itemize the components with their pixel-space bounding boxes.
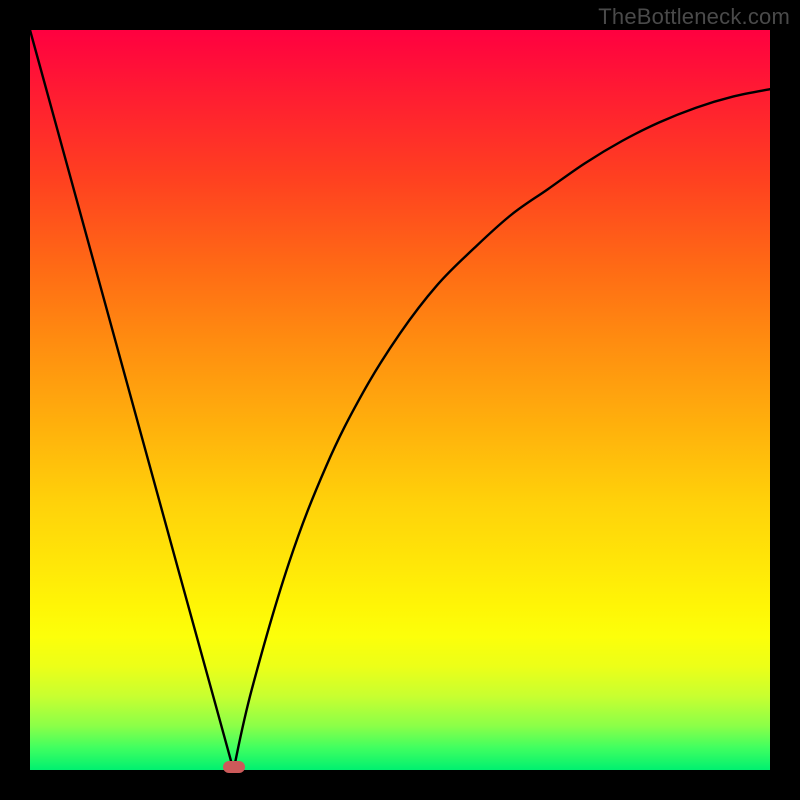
curve-layer [30, 30, 770, 770]
plot-area [30, 30, 770, 770]
minimum-marker [223, 761, 245, 773]
curve-right-branch [234, 89, 771, 770]
attribution-text: TheBottleneck.com [598, 4, 790, 30]
chart-frame: TheBottleneck.com [0, 0, 800, 800]
curve-left-branch [30, 30, 234, 770]
